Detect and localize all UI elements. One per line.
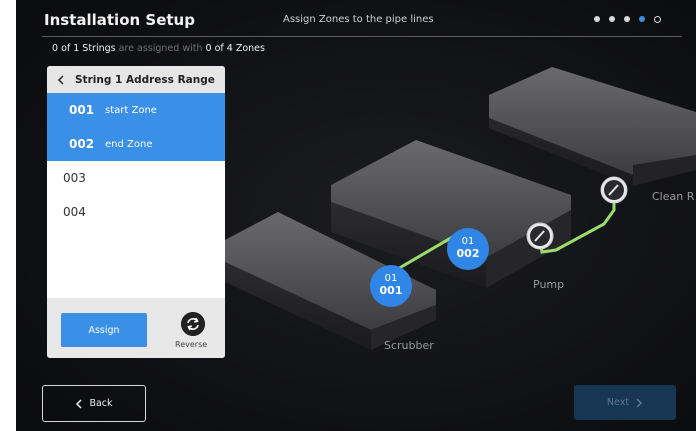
zone-number: 003 — [63, 171, 86, 185]
step-dot-4 — [639, 16, 645, 22]
status-connector-text: are assigned with — [118, 43, 203, 54]
back-button[interactable]: Back — [42, 385, 146, 422]
chevron-left-icon[interactable] — [55, 74, 67, 86]
step-dot-2 — [609, 16, 615, 22]
strings-count: 0 of 1 Strings — [52, 43, 116, 54]
zone-marker-001[interactable]: 01 001 — [370, 265, 412, 307]
panel-title: String 1 Address Range — [75, 73, 215, 86]
reverse-label: Reverse — [175, 340, 208, 349]
zones-count: 0 of 4 Zones — [205, 43, 265, 54]
zone-label: start Zone — [105, 104, 157, 116]
zone-number: 002 — [69, 137, 95, 151]
installation-setup-screen: Installation Setup Assign Zones to the p… — [16, 0, 696, 431]
marker-zone-number: 001 — [379, 284, 403, 297]
header-divider — [42, 36, 682, 37]
page-subtitle: Assign Zones to the pipe lines — [283, 14, 434, 25]
reverse-icon[interactable] — [181, 312, 205, 336]
step-dot-3 — [624, 16, 630, 22]
address-range-panel: String 1 Address Range 001 start Zone 00… — [47, 66, 225, 358]
step-dot-1 — [594, 16, 600, 22]
assign-button[interactable]: Assign — [61, 313, 147, 347]
clean-room-label: Clean R — [652, 190, 695, 203]
chevron-right-icon — [636, 397, 643, 408]
zone-label: end Zone — [105, 138, 153, 150]
scrubber-label: Scrubber — [384, 339, 434, 352]
chevron-left-icon — [76, 398, 82, 409]
marker-zone-number: 002 — [456, 247, 480, 260]
next-label: Next — [606, 397, 630, 408]
assignment-status: 0 of 1 Strings are assigned with 0 of 4 … — [52, 43, 265, 54]
clean-room-valve-icon[interactable] — [600, 176, 628, 204]
next-button[interactable]: Next — [574, 385, 676, 420]
step-pager — [594, 16, 661, 23]
pump-label: Pump — [533, 278, 565, 291]
zone-row-001[interactable]: 001 start Zone — [47, 93, 225, 127]
zone-marker-002[interactable]: 01 002 — [447, 228, 489, 270]
back-label: Back — [89, 398, 113, 409]
zone-row-002[interactable]: 002 end Zone — [47, 127, 225, 161]
page-title: Installation Setup — [44, 11, 195, 29]
zone-number: 001 — [69, 103, 95, 117]
step-dot-5 — [654, 16, 661, 23]
panel-header[interactable]: String 1 Address Range — [47, 66, 225, 93]
pump-valve-icon[interactable] — [526, 222, 554, 250]
zone-row-004[interactable]: 004 — [47, 195, 225, 229]
panel-footer: Assign Reverse — [47, 298, 225, 358]
zone-number: 004 — [63, 205, 86, 219]
zone-row-003[interactable]: 003 — [47, 161, 225, 195]
